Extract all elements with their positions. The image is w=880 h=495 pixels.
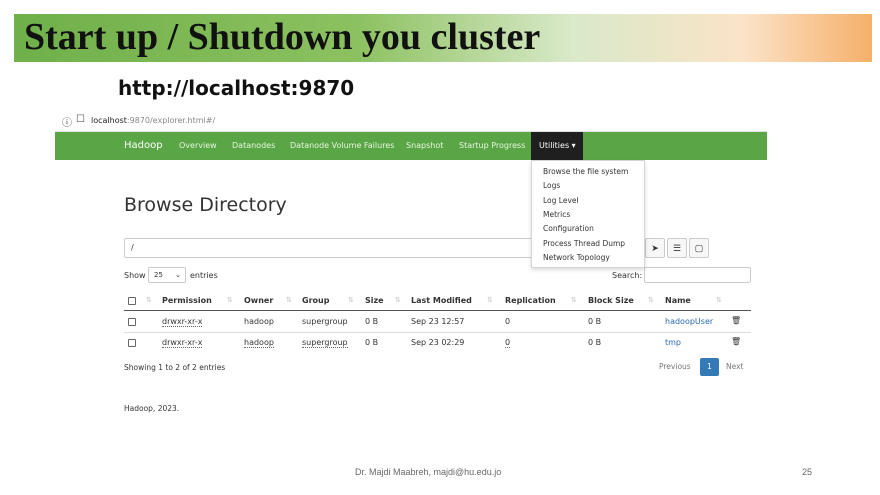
- address-url[interactable]: localhost:9870/explorer.html#/: [91, 116, 215, 125]
- sort-icon[interactable]: ⇅: [487, 296, 493, 304]
- cell-group[interactable]: supergroup: [302, 338, 348, 348]
- search-label: Search:: [612, 271, 643, 280]
- slide-footer: Dr. Majdi Maabreh, majdi@hu.edu.jo: [355, 467, 502, 477]
- search-input[interactable]: [644, 267, 751, 283]
- entries-select[interactable]: 25 ⌄: [148, 267, 186, 283]
- pagination-previous[interactable]: Previous: [659, 358, 691, 376]
- menu-item-configuration[interactable]: Configuration: [543, 224, 594, 233]
- list-icon: ☰: [672, 243, 682, 253]
- chevron-down-icon: ⌄: [175, 271, 181, 279]
- page-title: Browse Directory: [124, 194, 287, 216]
- page-icon: ☐: [76, 114, 85, 125]
- navbar: Hadoop Overview Datanodes Datanode Volum…: [55, 132, 767, 160]
- menu-item-logs[interactable]: Logs: [543, 181, 560, 190]
- column-header-size[interactable]: Size: [365, 296, 384, 305]
- column-header-name[interactable]: Name: [665, 296, 691, 305]
- row-divider: [124, 332, 751, 333]
- slide-title: Start up / Shutdown you cluster: [24, 16, 541, 58]
- table-header-divider: [124, 310, 751, 311]
- column-header-group[interactable]: Group: [302, 296, 329, 305]
- nav-item-utilities[interactable]: Utilities ▾: [531, 132, 583, 160]
- nav-item-overview[interactable]: Overview: [179, 132, 217, 160]
- sort-icon[interactable]: ⇅: [286, 296, 292, 304]
- title-banner: Start up / Shutdown you cluster: [14, 14, 872, 62]
- sort-icon[interactable]: ⇅: [348, 296, 354, 304]
- cell-last-modified: Sep 23 12:57: [411, 317, 465, 326]
- cell-size: 0 B: [365, 338, 379, 347]
- trash-icon[interactable]: 🗑: [731, 337, 741, 346]
- cell-block-size: 0 B: [588, 317, 602, 326]
- sort-icon[interactable]: ⇅: [716, 296, 722, 304]
- menu-item-process-thread-dump[interactable]: Process Thread Dump: [543, 239, 625, 248]
- folder-button[interactable]: ▢: [689, 238, 709, 258]
- list-view-button[interactable]: ☰: [667, 238, 687, 258]
- show-label: Show: [124, 271, 146, 280]
- row-checkbox[interactable]: [128, 318, 136, 326]
- cell-name-link[interactable]: hadoopUser: [665, 317, 713, 326]
- table-info: Showing 1 to 2 of 2 entries: [124, 363, 226, 372]
- column-header-owner[interactable]: Owner: [244, 296, 273, 305]
- entries-label: entries: [190, 271, 218, 280]
- column-header-permission[interactable]: Permission: [162, 296, 212, 305]
- cell-replication[interactable]: 0: [505, 338, 511, 348]
- folder-icon: ▢: [694, 243, 704, 253]
- cell-permission[interactable]: drwxr-xr-x: [162, 338, 203, 348]
- nav-item-datanodes[interactable]: Datanodes: [232, 132, 275, 160]
- sort-icon[interactable]: ⇅: [648, 296, 654, 304]
- column-header-replication[interactable]: Replication: [505, 296, 556, 305]
- pagination-page-1[interactable]: 1: [700, 358, 719, 376]
- select-all-checkbox[interactable]: [128, 297, 136, 305]
- browser-address-bar[interactable]: ⓘ ☐ localhost:9870/explorer.html#/: [55, 110, 767, 132]
- url-caption: http://localhost:9870: [118, 76, 355, 100]
- cell-owner: hadoop: [244, 317, 274, 326]
- menu-item-network-topology[interactable]: Network Topology: [543, 253, 610, 262]
- cell-name-link[interactable]: tmp: [665, 338, 681, 347]
- cell-size: 0 B: [365, 317, 379, 326]
- entries-select-value: 25: [154, 271, 163, 279]
- utilities-dropdown-menu: Browse the file system Logs Log Level Me…: [531, 160, 645, 268]
- hadoop-web-ui-screenshot: ⓘ ☐ localhost:9870/explorer.html#/ Hadoo…: [55, 110, 767, 435]
- cell-block-size: 0 B: [588, 338, 602, 347]
- menu-item-browse-file-system[interactable]: Browse the file system: [543, 167, 628, 176]
- trash-icon[interactable]: 🗑: [731, 316, 741, 325]
- slide-number: 25: [802, 467, 813, 477]
- nav-item-datanode-volume-failures[interactable]: Datanode Volume Failures: [290, 132, 394, 160]
- menu-item-log-level[interactable]: Log Level: [543, 196, 579, 205]
- cell-replication: 0: [505, 317, 511, 326]
- info-icon[interactable]: ⓘ: [62, 114, 72, 129]
- menu-item-metrics[interactable]: Metrics: [543, 210, 570, 219]
- cell-last-modified: Sep 23 02:29: [411, 338, 465, 347]
- row-checkbox[interactable]: [128, 339, 136, 347]
- sort-icon[interactable]: ⇅: [395, 296, 401, 304]
- page-footer: Hadoop, 2023.: [124, 404, 180, 413]
- sort-icon[interactable]: ⇅: [227, 296, 233, 304]
- pagination-next[interactable]: Next: [726, 358, 743, 376]
- nav-item-startup-progress[interactable]: Startup Progress: [459, 132, 525, 160]
- cell-owner[interactable]: hadoop: [244, 338, 274, 348]
- nav-brand[interactable]: Hadoop: [124, 132, 163, 160]
- cell-permission[interactable]: drwxr-xr-x: [162, 317, 203, 327]
- cell-group: supergroup: [302, 317, 348, 326]
- arrow-right-icon: ➤: [651, 243, 659, 253]
- column-header-block-size[interactable]: Block Size: [588, 296, 634, 305]
- go-button[interactable]: ➤: [645, 238, 665, 258]
- column-header-last-modified[interactable]: Last Modified: [411, 296, 472, 305]
- sort-icon[interactable]: ⇅: [146, 296, 152, 304]
- nav-item-snapshot[interactable]: Snapshot: [406, 132, 443, 160]
- sort-icon[interactable]: ⇅: [571, 296, 577, 304]
